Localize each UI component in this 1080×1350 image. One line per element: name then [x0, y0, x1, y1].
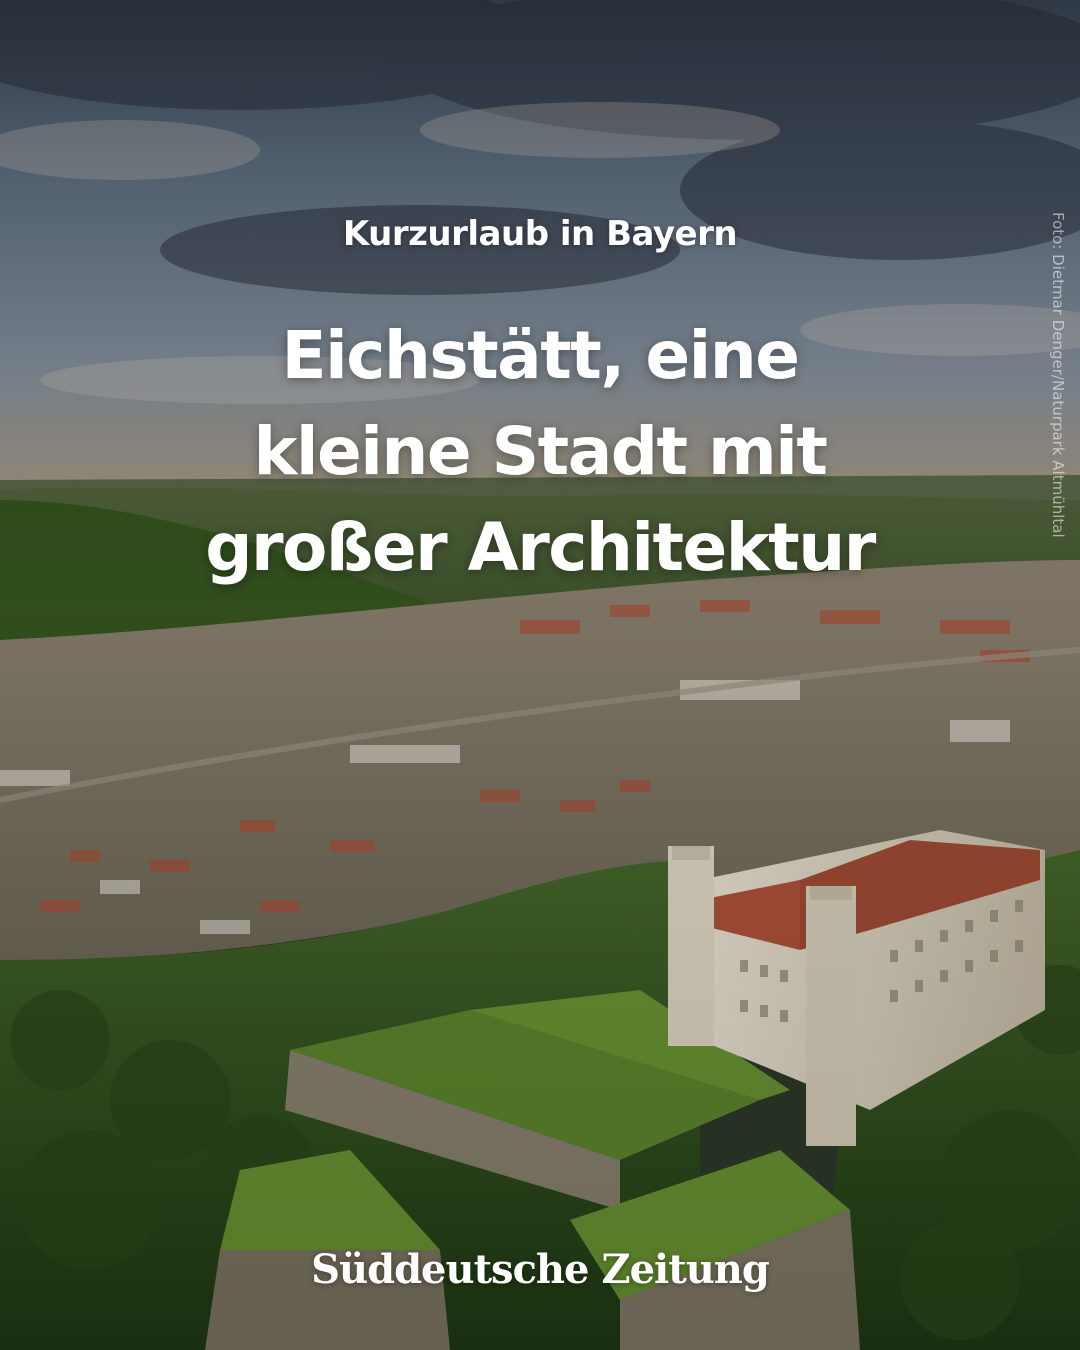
- headline-line-1: Eichstätt, eine: [281, 317, 800, 394]
- aerial-photo-eichstaett: [0, 0, 1080, 1350]
- headline: Eichstätt, eine kleine Stadt mit großer …: [90, 308, 990, 596]
- headline-line-3: großer Architektur: [205, 509, 876, 586]
- photo-credit: Foto: Dietmar Denger/Naturpark Altmühlta…: [1049, 212, 1067, 538]
- brand-logo: Süddeutsche Zeitung: [311, 1246, 770, 1293]
- kicker-label: Kurzurlaub in Bayern: [342, 214, 738, 254]
- headline-line-2: kleine Stadt mit: [253, 413, 828, 490]
- social-post-card: Kurzurlaub in Bayern Eichstätt, eine kle…: [0, 0, 1080, 1350]
